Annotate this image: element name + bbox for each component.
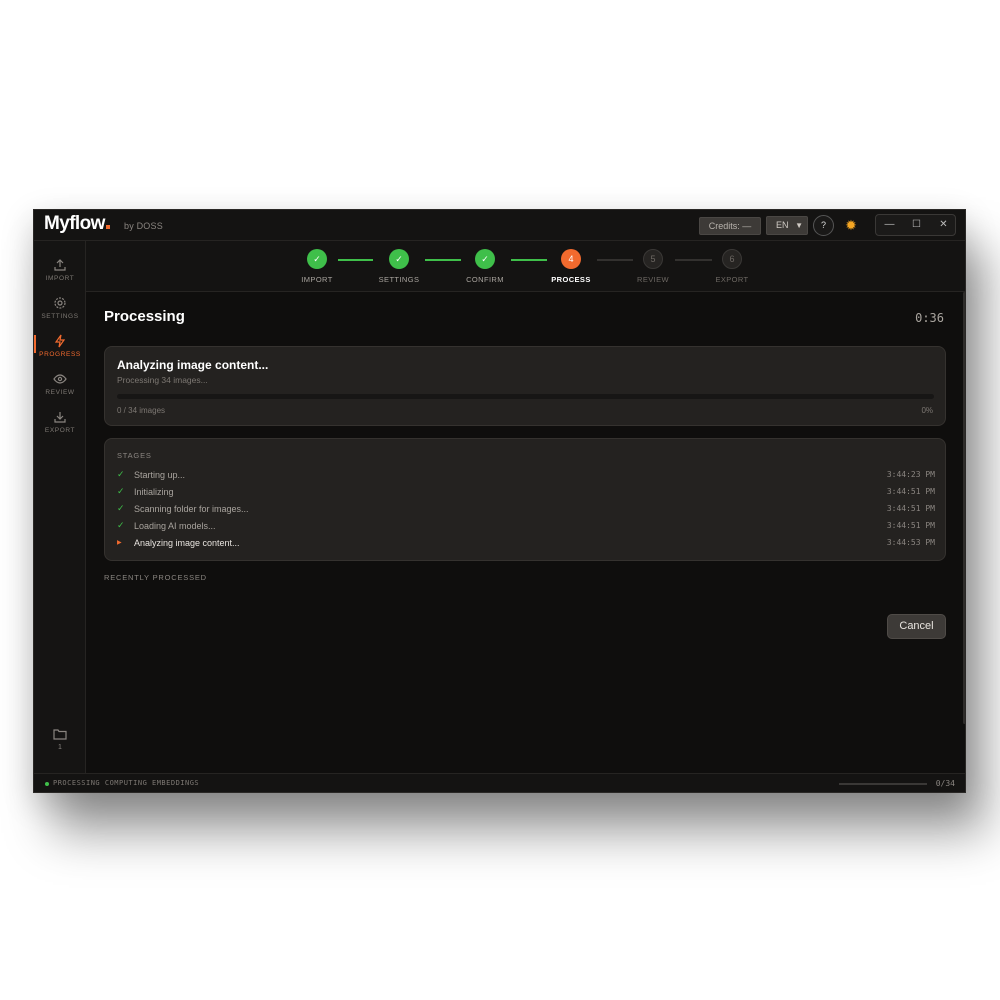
status-bar: PROCESSING COMPUTING EMBEDDINGS 0/34	[34, 773, 965, 792]
sun-icon[interactable]: ✹	[842, 216, 860, 234]
eye-icon	[53, 374, 67, 384]
cancel-button[interactable]: Cancel	[887, 614, 946, 639]
language-select[interactable]: EN ▼	[766, 216, 808, 235]
sidebar-item-progress[interactable]: PROGRESS	[34, 334, 86, 370]
app-subtitle: by DOSS	[124, 221, 163, 231]
step-number: 5	[643, 249, 663, 269]
elapsed-timer: 0:36	[915, 311, 944, 325]
gear-icon	[54, 297, 66, 309]
analysis-percent: 0%	[921, 406, 933, 415]
sidebar-item-review[interactable]: REVIEW	[34, 372, 86, 408]
sidebar-item-export[interactable]: EXPORT	[34, 410, 86, 446]
sidebar: IMPORT SETTINGS PROGRESS REVIEW EXPORT 1	[34, 241, 86, 773]
lightning-icon	[54, 334, 66, 348]
stage-text: Analyzing image content...	[134, 538, 240, 548]
stage-time: 3:44:51 PM	[886, 521, 935, 530]
stages-card: STAGES ✓ Starting up... 3:44:23 PM ✓ Ini…	[104, 438, 946, 561]
analysis-card: Analyzing image content... Processing 34…	[104, 346, 946, 426]
sidebar-item-import[interactable]: IMPORT	[34, 258, 86, 294]
stage-text: Loading AI models...	[134, 521, 216, 531]
stage-row: ▶ Analyzing image content... 3:44:53 PM	[117, 537, 935, 551]
play-icon: ▶	[117, 540, 122, 546]
stage-text: Initializing	[134, 487, 174, 497]
stage-time: 3:44:51 PM	[886, 504, 935, 513]
step-label: SETTINGS	[378, 275, 420, 284]
sidebar-item-label: PROGRESS	[39, 351, 81, 358]
step-label: REVIEW	[637, 275, 669, 284]
stage-text: Scanning folder for images...	[134, 504, 249, 514]
check-icon: ✓	[389, 249, 409, 269]
sidebar-item-settings[interactable]: SETTINGS	[34, 296, 86, 332]
language-value: EN	[776, 220, 789, 230]
status-count: 0/34	[935, 779, 955, 788]
recently-processed-heading: RECENTLY PROCESSED	[104, 573, 207, 582]
check-icon: ✓	[117, 486, 125, 496]
analysis-count: 0 / 34 images	[117, 406, 166, 415]
step-export[interactable]: 6 EXPORT	[702, 249, 762, 284]
analysis-progress-bar	[117, 394, 934, 399]
folder-count: 1	[58, 744, 62, 751]
check-icon: ✓	[307, 249, 327, 269]
sidebar-item-label: IMPORT	[45, 275, 75, 282]
download-icon	[54, 412, 66, 423]
stage-time: 3:44:51 PM	[886, 487, 935, 496]
step-import[interactable]: ✓ IMPORT	[287, 249, 347, 284]
status-indicator	[45, 782, 49, 786]
folder-icon	[53, 729, 67, 740]
step-number: 6	[722, 249, 742, 269]
folder-button[interactable]: 1	[34, 727, 86, 751]
upload-icon	[54, 259, 66, 271]
status-progress-bar	[839, 783, 927, 785]
step-review[interactable]: 5 REVIEW	[623, 249, 683, 284]
step-label: CONFIRM	[466, 275, 504, 284]
step-process[interactable]: 4 PROCESS	[541, 249, 601, 284]
stage-row: ✓ Starting up... 3:44:23 PM	[117, 469, 935, 483]
analysis-subtitle: Processing 34 images...	[117, 375, 208, 385]
status-text: PROCESSING COMPUTING EMBEDDINGS	[53, 779, 200, 787]
title-bar: Myflow by DOSS Credits: — EN ▼ ? ✹ — ☐ ✕	[34, 210, 965, 241]
progress-stepper: ✓ IMPORT ✓ SETTINGS ✓ CONFIRM 4 PROCESS …	[86, 241, 965, 292]
minimize-button[interactable]: —	[876, 215, 903, 235]
check-icon: ✓	[475, 249, 495, 269]
maximize-button[interactable]: ☐	[903, 215, 930, 235]
stage-row: ✓ Initializing 3:44:51 PM	[117, 486, 935, 500]
check-icon: ✓	[117, 503, 125, 513]
app-window: Myflow by DOSS Credits: — EN ▼ ? ✹ — ☐ ✕…	[33, 209, 966, 793]
check-icon: ✓	[117, 469, 125, 479]
stage-time: 3:44:23 PM	[886, 470, 935, 479]
window-controls: — ☐ ✕	[875, 214, 956, 236]
step-label: EXPORT	[715, 275, 749, 284]
stage-row: ✓ Scanning folder for images... 3:44:51 …	[117, 503, 935, 517]
step-label: PROCESS	[551, 275, 591, 284]
stage-text: Starting up...	[134, 470, 186, 480]
analysis-title: Analyzing image content...	[117, 358, 269, 372]
step-number: 4	[561, 249, 581, 269]
sidebar-item-label: EXPORT	[44, 427, 76, 434]
stage-time: 3:44:53 PM	[886, 538, 935, 547]
help-button[interactable]: ?	[813, 215, 834, 236]
credits-button[interactable]: Credits: —	[699, 217, 761, 235]
check-icon: ✓	[117, 520, 125, 530]
sidebar-item-label: SETTINGS	[41, 313, 79, 320]
close-button[interactable]: ✕	[930, 215, 957, 235]
app-logo: Myflow	[44, 213, 110, 235]
step-confirm[interactable]: ✓ CONFIRM	[455, 249, 515, 284]
scrollbar[interactable]	[963, 292, 965, 724]
sidebar-item-label: REVIEW	[45, 389, 75, 396]
stage-row: ✓ Loading AI models... 3:44:51 PM	[117, 520, 935, 534]
step-label: IMPORT	[301, 275, 333, 284]
page-title: Processing	[104, 308, 185, 325]
stages-heading: STAGES	[117, 451, 152, 460]
chevron-down-icon: ▼	[795, 221, 803, 230]
step-settings[interactable]: ✓ SETTINGS	[369, 249, 429, 284]
